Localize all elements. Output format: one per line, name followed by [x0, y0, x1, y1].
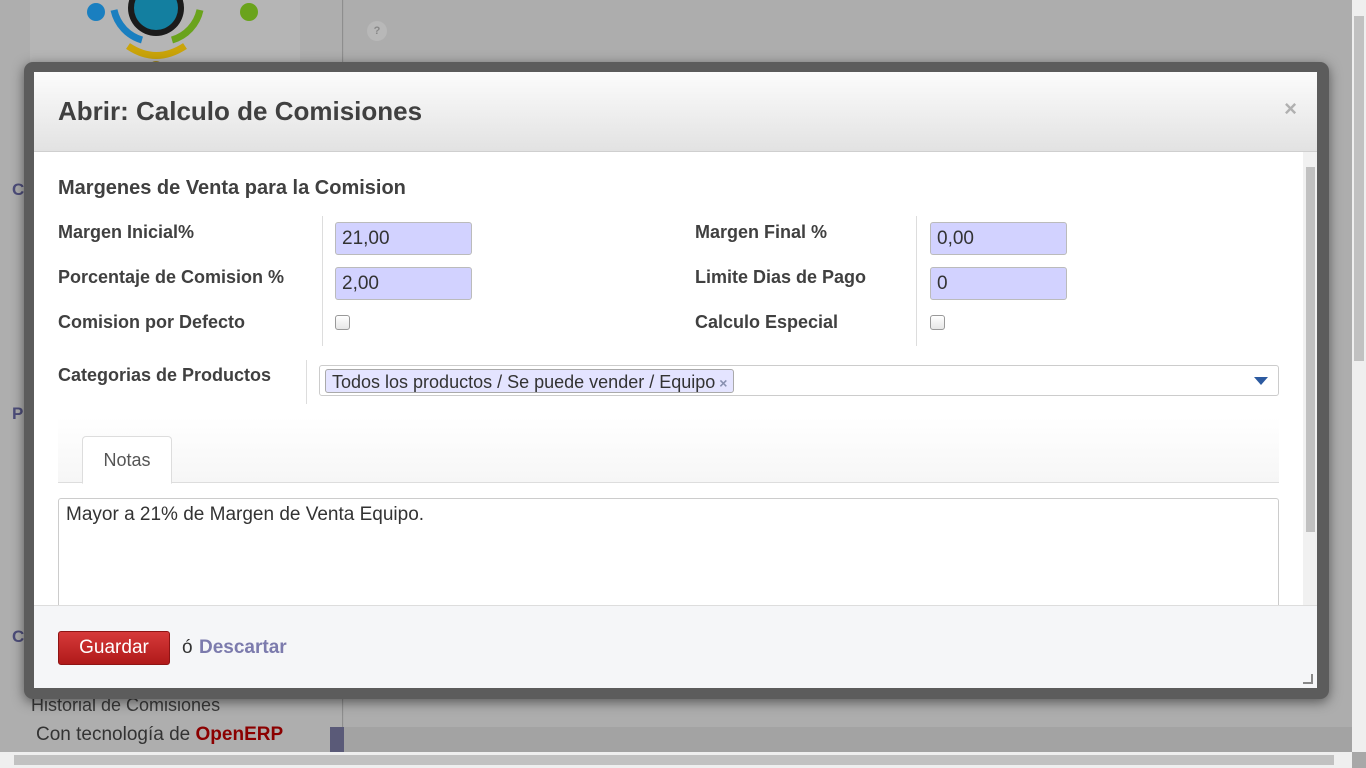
dialog-scrollbar[interactable] — [1303, 152, 1317, 605]
powered-by: Con tecnología de OpenERP — [36, 724, 283, 746]
background-footer — [344, 727, 1352, 752]
close-icon[interactable]: × — [1284, 96, 1297, 122]
tab-notas[interactable]: Notas — [82, 436, 172, 484]
dialog-footer: Guardar ó Descartar — [34, 605, 1317, 688]
scrollbar-thumb[interactable] — [1354, 16, 1364, 361]
divider — [322, 216, 323, 346]
page-horizontal-scrollbar[interactable] — [0, 752, 1352, 768]
limite-dias-label: Limite Dias de Pago — [695, 267, 867, 287]
dropdown-arrow-icon[interactable] — [1254, 377, 1268, 385]
dialog-title: Abrir: Calculo de Comisiones — [58, 96, 423, 126]
scrollbar-thumb[interactable] — [14, 755, 1334, 765]
help-icon[interactable]: ? — [367, 21, 387, 41]
openerp-link[interactable]: OpenERP — [196, 724, 284, 745]
divider — [306, 360, 307, 404]
calculo-especial-checkbox[interactable] — [930, 315, 945, 330]
comision-defecto-checkbox[interactable] — [335, 315, 350, 330]
tabs-bar: Notas — [58, 417, 1279, 484]
comision-defecto-label: Comision por Defecto — [58, 312, 246, 332]
porcentaje-comision-input[interactable] — [335, 267, 472, 300]
margen-final-label: Margen Final % — [695, 222, 828, 242]
margen-inicial-label: Margen Inicial% — [58, 222, 195, 242]
limite-dias-input[interactable] — [930, 267, 1067, 300]
powered-by-prefix: Con tecnología de — [36, 724, 191, 745]
section-title: Margenes de Venta para la Comision — [58, 177, 406, 199]
category-tag-label: Todos los productos / Se puede vender / … — [332, 372, 716, 392]
margen-inicial-input[interactable] — [335, 222, 472, 255]
dialog: Abrir: Calculo de Comisiones × Margenes … — [34, 72, 1317, 688]
page-vertical-scrollbar[interactable] — [1352, 0, 1366, 752]
dialog-header: Abrir: Calculo de Comisiones × — [34, 72, 1317, 152]
category-tag: Todos los productos / Se puede vender / … — [325, 369, 735, 393]
notes-textarea[interactable]: Mayor a 21% de Margen de Venta Equipo. — [58, 498, 1279, 605]
categorias-field[interactable]: Todos los productos / Se puede vender / … — [319, 365, 1279, 396]
save-button[interactable]: Guardar — [58, 631, 170, 665]
scrollbar-thumb[interactable] — [1306, 167, 1315, 532]
calculo-especial-label: Calculo Especial — [695, 312, 839, 332]
remove-tag-icon[interactable]: × — [719, 375, 727, 391]
porcentaje-comision-label: Porcentaje de Comision % — [58, 267, 285, 287]
dialog-body: Margenes de Venta para la Comision Marge… — [34, 152, 1317, 605]
divider — [916, 216, 917, 346]
discard-link[interactable]: Descartar — [199, 637, 287, 659]
categorias-label: Categorias de Productos — [58, 365, 272, 385]
or-text: ó — [182, 637, 193, 658]
margen-final-input[interactable] — [930, 222, 1067, 255]
background-tab — [330, 727, 344, 752]
resize-grip-icon[interactable] — [1303, 674, 1313, 684]
